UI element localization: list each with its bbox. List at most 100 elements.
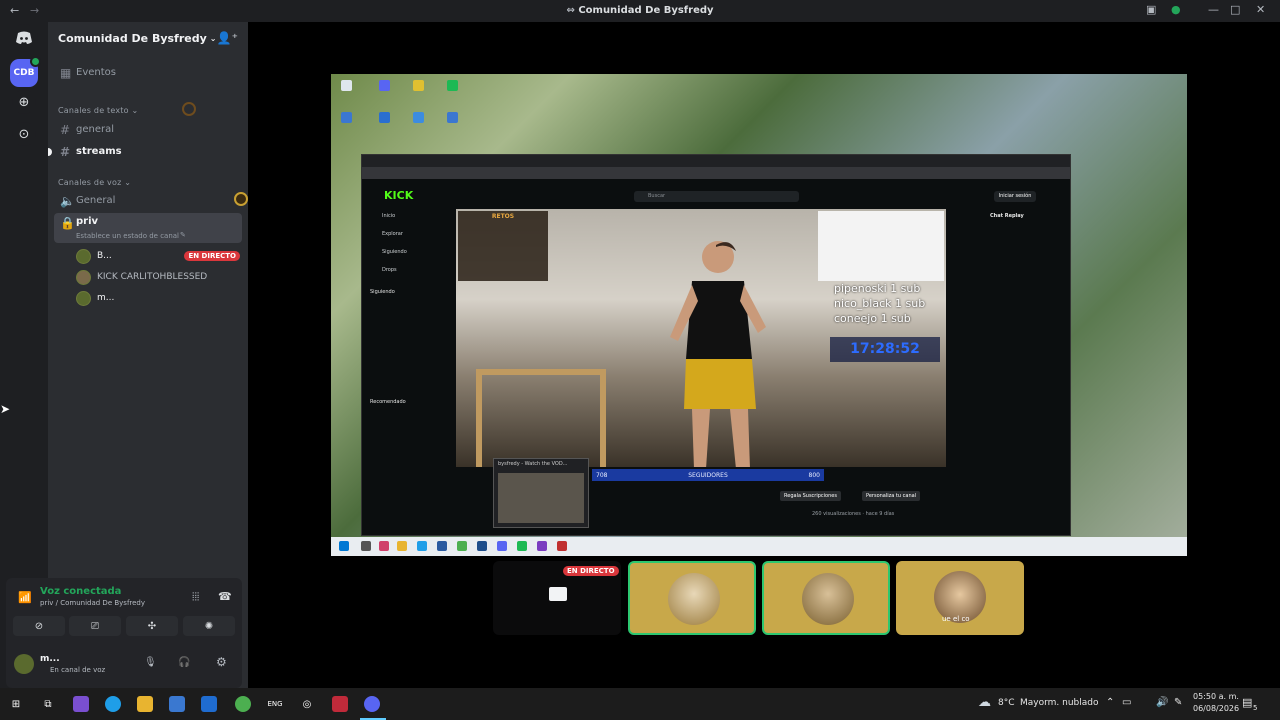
notification-icon[interactable]: ▤ <box>1242 696 1252 709</box>
discord-taskbar-icon[interactable] <box>364 696 380 712</box>
voice-user[interactable]: m... <box>76 288 240 308</box>
pen-icon[interactable]: ✎ <box>1174 697 1182 708</box>
stream-video: RETOS pipenoski 1 sub nico_black 1 sub c… <box>456 209 946 467</box>
avatar[interactable] <box>14 654 34 674</box>
category-text-channels[interactable]: Canales de texto ⌄ <box>58 106 138 115</box>
channel-general[interactable]: # general <box>54 119 242 140</box>
spotify-icon <box>517 541 527 551</box>
voice-channel-general[interactable]: 🔈 General <box>54 190 242 211</box>
server-header[interactable]: Comunidad De Bysfredy ⌄ 👤⁺ <box>48 22 248 54</box>
camera-off-button[interactable]: ⊘ <box>13 616 65 636</box>
copilot-icon[interactable] <box>73 696 89 712</box>
app-icon <box>341 112 352 123</box>
noise-suppression-icon[interactable]: ⦙⦙⦙ <box>192 590 199 604</box>
kick-chat: Chat Replay <box>946 207 1070 532</box>
file-explorer-icon[interactable] <box>137 696 153 712</box>
maximize-icon[interactable]: □ <box>1230 3 1240 16</box>
kick-search: Buscar <box>634 191 799 202</box>
remote-taskbar <box>331 537 1187 556</box>
app-icon[interactable]: ◎ <box>299 696 315 712</box>
headphones-icon[interactable]: 🎧 <box>178 657 190 668</box>
channel-label: priv <box>76 216 99 227</box>
chair <box>476 369 606 467</box>
activities-button[interactable]: ✣ <box>126 616 178 636</box>
participant-tile[interactable] <box>628 561 756 635</box>
recycle-bin-icon <box>341 80 352 91</box>
voice-user[interactable]: B... EN DIRECTO <box>76 246 240 266</box>
clock-time[interactable]: 05:50 a. m. <box>1193 692 1239 701</box>
microphone-icon[interactable]: 🎙 <box>144 657 157 668</box>
pencil-icon: ✎ <box>180 231 186 239</box>
gift-subs-button: Regala Suscripciones <box>780 491 841 501</box>
clock-overlay: 17:28:52 <box>830 337 940 362</box>
loading-ring-icon <box>182 102 196 116</box>
discord-icon <box>497 541 507 551</box>
weather-temp[interactable]: 8°C <box>998 698 1015 708</box>
discord-icon[interactable] <box>10 24 38 52</box>
compass-icon[interactable]: ⊙ <box>12 122 36 146</box>
minimize-icon[interactable]: — <box>1208 3 1219 16</box>
speaker-icon[interactable]: 🔊 <box>1156 697 1168 708</box>
discord-desktop-icon <box>379 80 390 91</box>
events-item[interactable]: ▦ Eventos <box>54 62 242 83</box>
keyboard-app-icon[interactable]: ENG <box>267 696 283 712</box>
app-icon <box>379 541 389 551</box>
outlook-icon[interactable] <box>201 696 217 712</box>
avatar <box>668 573 720 625</box>
share-screen-button[interactable]: ⎚ <box>69 616 121 636</box>
sub-line: nico_black 1 sub <box>834 297 926 310</box>
windows-start-icon[interactable]: ⊞ <box>8 696 24 712</box>
server-abbrev: CDB <box>13 68 35 78</box>
help-icon[interactable]: ● <box>1171 3 1181 16</box>
channel-status[interactable]: Establece un estado de canal <box>76 232 179 240</box>
chevron-down-icon: ⌄ <box>209 33 217 43</box>
weather-text[interactable]: Mayorm. nublado <box>1020 698 1099 708</box>
add-member-icon[interactable]: 👤⁺ <box>217 31 238 45</box>
chrome-icon <box>457 541 467 551</box>
mouse-cursor-icon: ➤ <box>0 402 11 416</box>
screen-share-icon <box>549 587 567 601</box>
inbox-icon[interactable]: ▣ <box>1146 3 1156 16</box>
task-view-icon[interactable]: ⧉ <box>40 696 56 712</box>
voice-location[interactable]: priv / Comunidad De Bysfredy <box>40 599 145 607</box>
streamer-figure <box>670 241 766 467</box>
app-icon <box>379 112 390 123</box>
category-voice-channels[interactable]: Canales de voz ⌄ <box>58 178 131 187</box>
stream-view[interactable]: KICK Buscar Iniciar sesión Inicio Explor… <box>331 74 1187 556</box>
calendar-icon: ▦ <box>60 65 72 80</box>
folder-icon <box>397 541 407 551</box>
participant-tile[interactable]: ue el co <box>896 561 1024 635</box>
disconnect-icon[interactable]: ☎ <box>218 590 232 603</box>
app-icon[interactable] <box>332 696 348 712</box>
clock-date[interactable]: 06/08/2026 <box>1193 704 1239 713</box>
signal-icon[interactable]: 📶 <box>18 591 32 604</box>
gear-icon[interactable]: ⚙ <box>216 655 227 669</box>
network-icon[interactable]: ▭ <box>1122 697 1131 708</box>
participant-tile[interactable] <box>762 561 890 635</box>
chrome-icon[interactable] <box>235 696 251 712</box>
close-icon[interactable]: ✕ <box>1256 3 1265 16</box>
avatar-caption: ue el co <box>942 615 970 623</box>
address-bar <box>362 167 1070 179</box>
channel-streams[interactable]: # streams <box>48 141 242 162</box>
browser-tabs <box>362 155 1070 167</box>
avatar <box>76 269 91 285</box>
voice-channel-priv[interactable]: 🔒 priv Establece un estado de canal ✎ <box>54 213 242 243</box>
weather-icon[interactable]: ☁ <box>978 695 991 710</box>
browser-window: KICK Buscar Iniciar sesión Inicio Explor… <box>361 154 1071 536</box>
kick-login-button: Iniciar sesión <box>994 191 1036 202</box>
soundboard-button[interactable]: ✺ <box>183 616 235 636</box>
store-icon[interactable] <box>169 696 185 712</box>
soundboard-icon: ✺ <box>204 620 214 632</box>
edge-icon[interactable] <box>105 696 121 712</box>
plus-icon[interactable]: ⊕ <box>12 90 36 114</box>
kick-nav-item: Siguiendo <box>382 249 407 255</box>
kick-section-label: Siguiendo <box>370 289 395 295</box>
server-icon-cdb[interactable]: CDB <box>10 56 41 87</box>
chevron-up-icon[interactable]: ⌃ <box>1106 697 1114 708</box>
voice-user[interactable]: KICK CARLITOHBLESSED <box>76 267 240 287</box>
app-icon <box>413 112 424 123</box>
followers-label: SEGUIDORES <box>688 471 728 479</box>
voice-status: Voz conectada <box>40 586 122 597</box>
lock-speaker-icon: 🔒 <box>60 216 75 230</box>
